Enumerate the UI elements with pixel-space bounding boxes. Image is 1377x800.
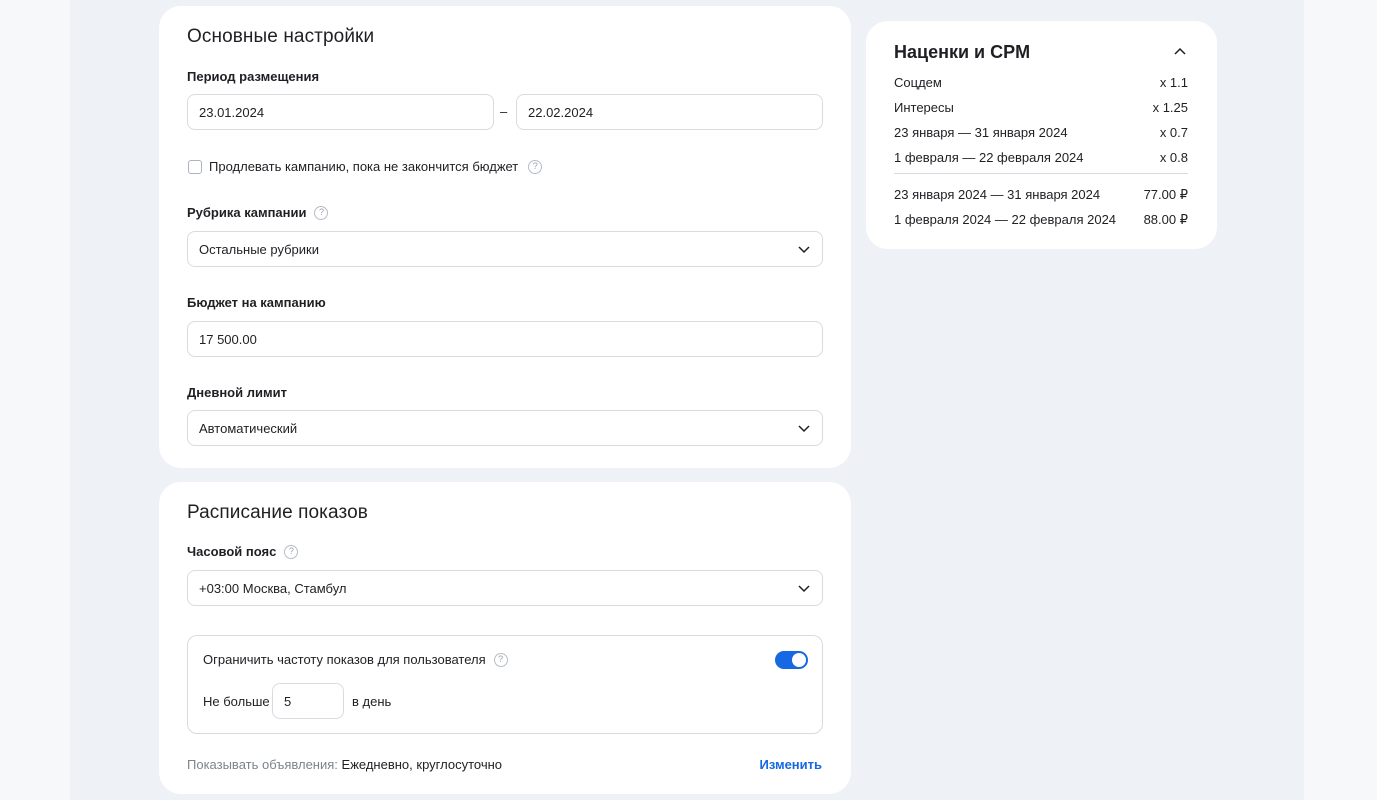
- schedule-card: Расписание показов Часовой пояс ? +03:00…: [159, 482, 851, 794]
- chevron-down-icon: [798, 585, 810, 593]
- change-schedule-link[interactable]: Изменить: [759, 757, 822, 772]
- markups-divider: [894, 173, 1188, 174]
- cpm-label: 23 января 2024 — 31 января 2024: [894, 187, 1101, 202]
- frequency-limit-text: Ограничить частоту показов для пользоват…: [203, 652, 486, 667]
- period-label-text: Период размещения: [187, 69, 320, 84]
- markups-card: Наценки и CPM Соцдем x 1.1 Интересы x 1.…: [866, 21, 1217, 249]
- frequency-limit-box: Ограничить частоту показов для пользоват…: [187, 635, 823, 734]
- max-impressions-value: 5: [284, 693, 292, 709]
- cpm-label: 1 февраля 2024 — 22 февраля 2024: [894, 212, 1117, 227]
- frequency-limit-label: Ограничить частоту показов для пользоват…: [203, 652, 508, 667]
- daily-limit-label: Дневной лимит: [187, 385, 287, 400]
- date-separator: –: [500, 104, 508, 119]
- markup-label: 23 января — 31 января 2024: [894, 125, 1068, 140]
- cpm-row-period-1: 23 января 2024 — 31 января 2024 77.00 ₽: [894, 187, 1188, 203]
- cpm-value: 77.00 ₽: [1143, 187, 1188, 202]
- question-circle-icon[interactable]: ?: [284, 544, 299, 559]
- cpm-value: 88.00 ₽: [1143, 212, 1188, 227]
- markup-value: x 0.7: [1159, 125, 1188, 140]
- max-suffix: в день: [352, 694, 392, 709]
- timezone-select[interactable]: +03:00 Москва, Стамбул: [187, 570, 823, 606]
- chevron-down-icon: [798, 246, 810, 254]
- daily-limit-value: Автоматический: [199, 420, 298, 436]
- extend-campaign-label: Продлевать кампанию, пока не закончится …: [209, 159, 543, 174]
- rubric-label-text: Рубрика кампании: [187, 205, 307, 220]
- markup-row-period-2: 1 февраля — 22 февраля 2024 x 0.8: [894, 150, 1188, 165]
- daily-limit-label-text: Дневной лимит: [187, 385, 287, 400]
- daily-limit-select[interactable]: Автоматический: [187, 410, 823, 446]
- toggle-knob: [792, 653, 806, 667]
- markup-row-socdem: Соцдем x 1.1: [894, 75, 1188, 90]
- show-ads-label: Показывать объявления:: [187, 757, 338, 772]
- markup-label: 1 февраля — 22 февраля 2024: [894, 150, 1084, 165]
- max-impressions-input[interactable]: 5: [272, 683, 344, 719]
- date-from-value: 23.01.2024: [199, 104, 265, 120]
- chevron-down-icon: [798, 425, 810, 433]
- markup-value: x 1.1: [1159, 75, 1188, 90]
- markup-label: Интересы: [894, 100, 954, 115]
- question-circle-icon[interactable]: ?: [314, 205, 329, 220]
- budget-label: Бюджет на кампанию: [187, 295, 326, 310]
- markup-label: Соцдем: [894, 75, 942, 90]
- budget-label-text: Бюджет на кампанию: [187, 295, 326, 310]
- timezone-value: +03:00 Москва, Стамбул: [199, 580, 347, 596]
- markups-title: Наценки и CPM: [894, 42, 1031, 62]
- rubric-value: Остальные рубрики: [199, 241, 319, 257]
- question-circle-icon[interactable]: ?: [528, 159, 543, 174]
- extend-campaign-checkbox[interactable]: [188, 160, 202, 174]
- question-circle-icon[interactable]: ?: [493, 652, 508, 667]
- markup-row-period-1: 23 января — 31 января 2024 x 0.7: [894, 125, 1188, 140]
- show-ads-value: Ежедневно, круглосуточно: [341, 757, 502, 772]
- markup-value: x 0.8: [1159, 150, 1188, 165]
- budget-input[interactable]: 17 500.00: [187, 321, 823, 357]
- date-to-value: 22.02.2024: [528, 104, 594, 120]
- max-prefix: Не больше: [203, 694, 270, 709]
- schedule-title: Расписание показов: [187, 502, 368, 523]
- show-ads-line: Показывать объявления: Ежедневно, кругло…: [187, 757, 502, 772]
- extend-campaign-text: Продлевать кампанию, пока не закончится …: [209, 159, 519, 174]
- markup-row-interests: Интересы x 1.25: [894, 100, 1188, 115]
- cpm-row-period-2: 1 февраля 2024 — 22 февраля 2024 88.00 ₽: [894, 212, 1188, 228]
- rubric-select[interactable]: Остальные рубрики: [187, 231, 823, 267]
- budget-value: 17 500.00: [199, 331, 257, 347]
- timezone-label-text: Часовой пояс: [187, 544, 277, 559]
- main-settings-title: Основные настройки: [187, 26, 375, 47]
- timezone-label: Часовой пояс ?: [187, 544, 299, 559]
- date-from-input[interactable]: 23.01.2024: [187, 94, 494, 130]
- markup-value: x 1.25: [1152, 100, 1188, 115]
- chevron-up-icon[interactable]: [1173, 44, 1187, 58]
- date-to-input[interactable]: 22.02.2024: [516, 94, 823, 130]
- period-label: Период размещения: [187, 69, 319, 84]
- rubric-label: Рубрика кампании ?: [187, 205, 329, 220]
- frequency-limit-toggle[interactable]: [775, 651, 808, 669]
- main-settings-card: Основные настройки Период размещения 23.…: [159, 6, 851, 468]
